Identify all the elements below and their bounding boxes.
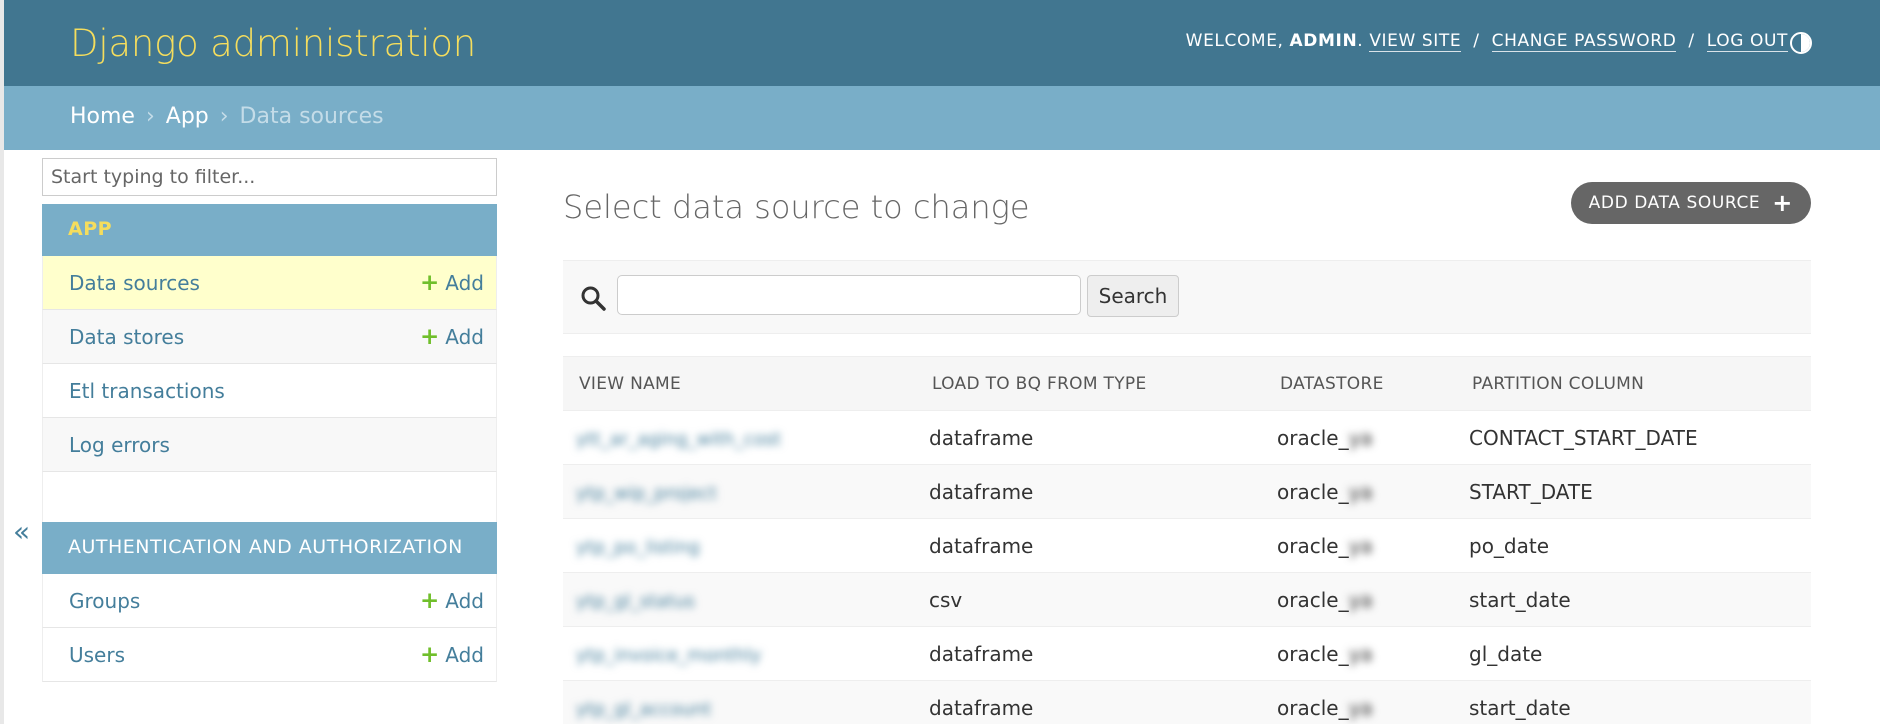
table-row: ytp_wip_project dataframe oracle_ya STAR… <box>563 464 1811 519</box>
table-row: ytp_gl_account dataframe oracle_ya start… <box>563 680 1811 724</box>
load-type-cell: dataframe <box>916 626 1264 681</box>
load-type-cell: dataframe <box>916 464 1264 519</box>
module-caption-auth[interactable]: AUTHENTICATION AND AUTHORIZATION <box>42 522 497 574</box>
log-out-link[interactable]: LOG OUT <box>1706 31 1788 52</box>
breadcrumb-current: Data sources <box>239 104 384 129</box>
table-header-row: VIEW NAME LOAD TO BQ FROM TYPE DATASTORE… <box>563 356 1811 411</box>
search-icon <box>581 286 606 311</box>
partition-cell: START_DATE <box>1456 464 1811 519</box>
sidebar-item-data-sources: Data sources + Add <box>42 256 497 310</box>
plus-icon: + <box>1772 189 1793 217</box>
welcome-text: WELCOME, <box>1185 31 1290 51</box>
load-type-cell: dataframe <box>916 518 1264 573</box>
breadcrumb: Home › App › Data sources <box>4 86 1880 150</box>
sidebar-item-label[interactable]: Data stores <box>69 325 184 349</box>
datastore-cell: oracle_ya <box>1264 572 1456 627</box>
partition-cell: gl_date <box>1456 626 1811 681</box>
sidebar-item-label[interactable]: Log errors <box>69 433 170 457</box>
nav-filter-input[interactable] <box>42 158 497 196</box>
sidebar-item-etl-transactions: Etl transactions <box>42 364 497 418</box>
view-site-link[interactable]: VIEW SITE <box>1369 31 1462 52</box>
partition-cell: po_date <box>1456 518 1811 573</box>
sidebar-item-data-stores: Data stores + Add <box>42 310 497 364</box>
table-row: ytp_po_listing dataframe oracle_ya po_da… <box>563 518 1811 573</box>
partition-cell: start_date <box>1456 572 1811 627</box>
breadcrumb-app[interactable]: App <box>166 104 209 129</box>
sidebar-item-users: Users + Add <box>42 628 497 682</box>
collapse-sidebar-icon[interactable]: « <box>13 515 30 548</box>
username: ADMIN <box>1289 31 1358 51</box>
nav-spacer <box>42 472 497 522</box>
add-data-source-button[interactable]: ADD DATA SOURCE + <box>1570 182 1811 224</box>
table-row: ytt_ar_aging_with_cost dataframe oracle_… <box>563 410 1811 465</box>
column-header-datastore[interactable]: DATASTORE <box>1264 356 1456 411</box>
view-name-link[interactable]: ytp_wip_project <box>576 483 717 504</box>
plus-icon: + <box>419 270 440 296</box>
sidebar-item-label[interactable]: Etl transactions <box>69 379 225 403</box>
search-button[interactable]: Search <box>1087 275 1179 317</box>
sidebar-item-label[interactable]: Groups <box>69 589 140 613</box>
sidebar-item-label[interactable]: Users <box>69 643 125 667</box>
add-data-source-link[interactable]: + Add <box>420 270 484 296</box>
view-name-link[interactable]: ytt_ar_aging_with_cost <box>576 429 781 450</box>
column-header-partition-column[interactable]: PARTITION COLUMN <box>1456 356 1811 411</box>
plus-icon: + <box>419 324 440 350</box>
search-input[interactable] <box>617 275 1081 315</box>
sidebar-item-label[interactable]: Data sources <box>69 271 200 295</box>
column-header-load-type[interactable]: LOAD TO BQ FROM TYPE <box>916 356 1264 411</box>
load-type-cell: dataframe <box>916 410 1264 465</box>
header: Django administration WELCOME, ADMIN. VI… <box>4 0 1880 86</box>
datastore-cell: oracle_ya <box>1264 680 1456 724</box>
view-name-link[interactable]: ytp_po_listing <box>576 537 700 558</box>
load-type-cell: dataframe <box>916 680 1264 724</box>
theme-toggle-icon[interactable] <box>1790 32 1812 54</box>
table-row: ytp_invoice_monthly dataframe oracle_ya … <box>563 626 1811 681</box>
datastore-cell: oracle_ya <box>1264 518 1456 573</box>
datastore-cell: oracle_ya <box>1264 464 1456 519</box>
user-tools: WELCOME, ADMIN. VIEW SITE / CHANGE PASSW… <box>1185 31 1788 52</box>
site-title[interactable]: Django administration <box>70 22 476 65</box>
search-toolbar: Search <box>563 260 1811 334</box>
add-group-link[interactable]: + Add <box>420 588 484 614</box>
view-name-link[interactable]: ytp_gl_status <box>576 591 695 612</box>
plus-icon: + <box>419 588 440 614</box>
page-title: Select data source to change <box>563 188 1030 226</box>
module-caption-app[interactable]: APP <box>42 204 497 256</box>
result-table: VIEW NAME LOAD TO BQ FROM TYPE DATASTORE… <box>563 356 1811 724</box>
column-header-view-name[interactable]: VIEW NAME <box>563 356 916 411</box>
plus-icon: + <box>419 642 440 668</box>
add-data-store-link[interactable]: + Add <box>420 324 484 350</box>
add-user-link[interactable]: + Add <box>420 642 484 668</box>
datastore-cell: oracle_ya <box>1264 626 1456 681</box>
table-row: ytp_gl_status csv oracle_ya start_date <box>563 572 1811 627</box>
breadcrumb-home[interactable]: Home <box>70 104 135 129</box>
sidebar-item-groups: Groups + Add <box>42 574 497 628</box>
sidebar-item-log-errors: Log errors <box>42 418 497 472</box>
load-type-cell: csv <box>916 572 1264 627</box>
partition-cell: CONTACT_START_DATE <box>1456 410 1811 465</box>
view-name-link[interactable]: ytp_gl_account <box>576 699 711 720</box>
partition-cell: start_date <box>1456 680 1811 724</box>
view-name-link[interactable]: ytp_invoice_monthly <box>576 645 761 666</box>
datastore-cell: oracle_ya <box>1264 410 1456 465</box>
change-password-link[interactable]: CHANGE PASSWORD <box>1491 31 1677 52</box>
nav-sidebar: APP Data sources +Add Data stores +Add E… <box>42 158 497 682</box>
